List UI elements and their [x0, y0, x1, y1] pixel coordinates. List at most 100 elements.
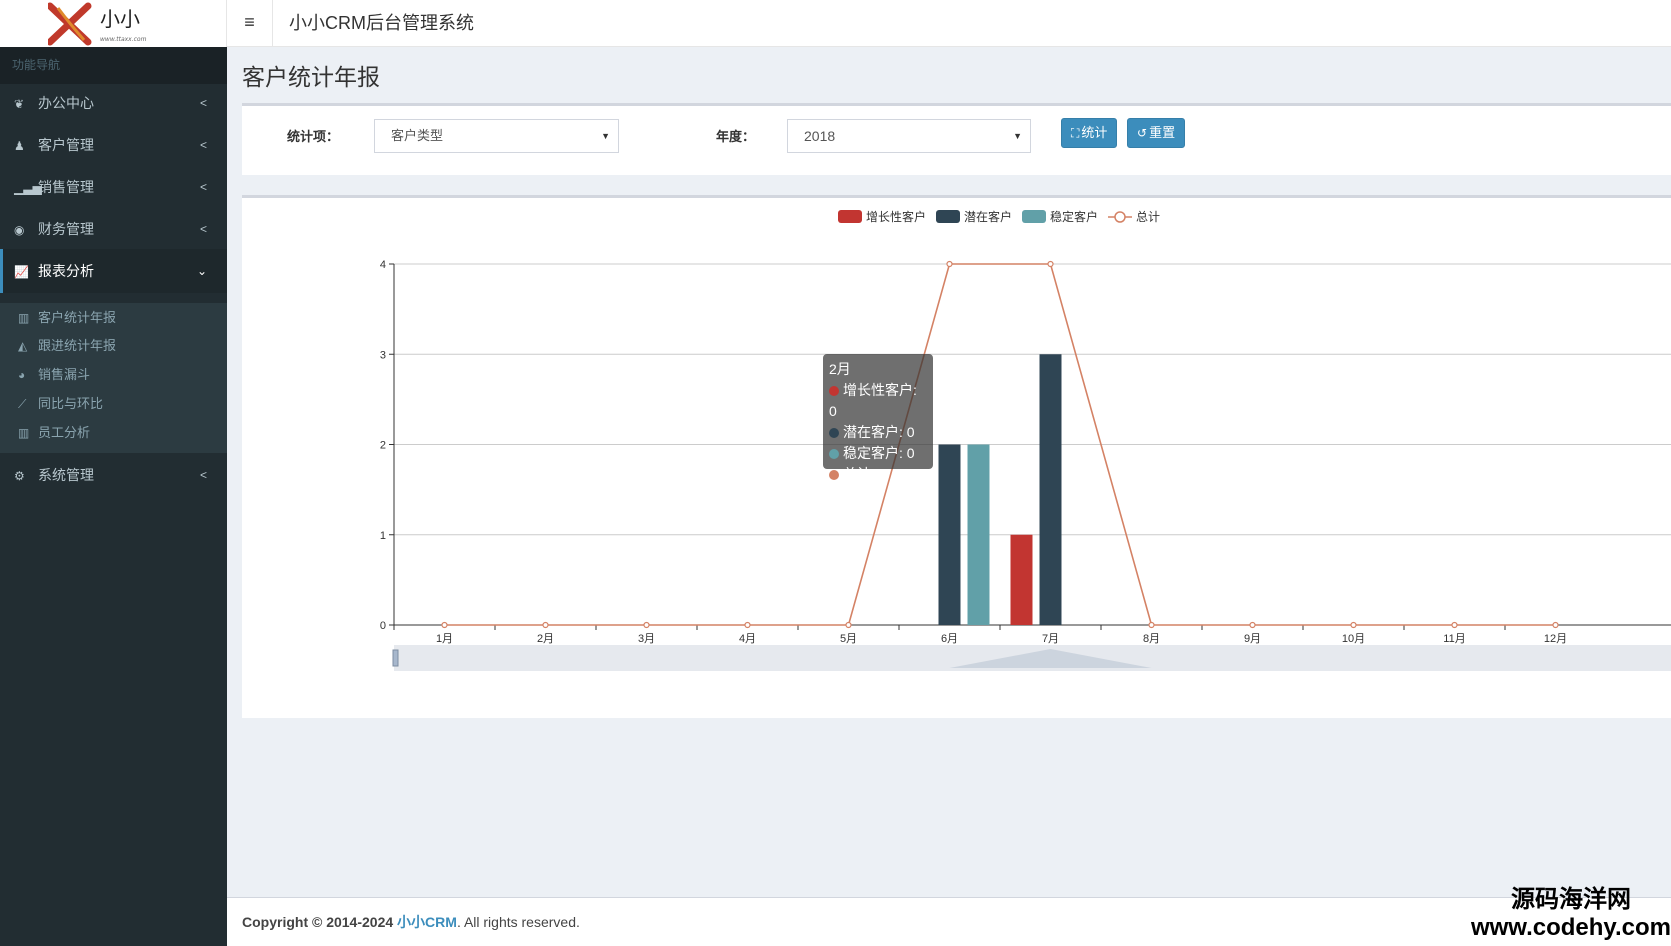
line-chart-icon: 📈: [14, 265, 29, 279]
hamburger-icon: ≡: [244, 12, 255, 32]
caret-down-icon: ▼: [601, 131, 610, 141]
line-point: [946, 260, 953, 268]
zoom-slider-handle: [392, 649, 399, 667]
y-tick-label: 3: [380, 349, 386, 361]
x-tick-label: 1月: [436, 633, 453, 645]
x-tick-label: 7月: [1042, 633, 1059, 645]
signal-icon: ▁▃▅: [14, 181, 42, 195]
logo-icon: 小小 www.ttaxx.com: [48, 2, 147, 46]
sidebar-item-label: 财务管理: [38, 221, 94, 237]
x-tick-label: 6月: [941, 633, 958, 645]
customer-annual-chart: 012341月 2月 3月 4月 5月 6月 7月 8月 9月 10月 11月 12月增长性客户 潜在客…: [380, 209, 1671, 671]
sidebar-item-reports[interactable]: 📈 报表分析 ⌄: [0, 249, 227, 293]
sidebar-item-finance[interactable]: ◉ 财务管理 <: [0, 207, 227, 251]
logo[interactable]: 小小 www.ttaxx.com: [0, 0, 227, 47]
y-tick-label: 4: [380, 259, 386, 271]
legend-swatch-point: [1114, 211, 1126, 223]
legend-swatch: [936, 210, 960, 223]
reset-button-label: 重置: [1149, 125, 1176, 140]
legend-label: 总计: [1136, 210, 1160, 224]
legend-label: 潜在客户: [964, 209, 1012, 224]
watermark-line2: www.codehy.com: [1470, 914, 1671, 941]
tooltip-row-text: 增长性客户: 0: [829, 382, 917, 419]
stat-button-label: 统计: [1081, 125, 1108, 140]
bar: [1039, 354, 1062, 625]
sidebar-item-office[interactable]: ❦ 办公中心 <: [0, 81, 227, 125]
sidebar-item-customers[interactable]: ♟ 客户管理 <: [0, 123, 227, 167]
line-point: [1249, 621, 1256, 629]
year-value: 2018: [804, 128, 836, 144]
user-icon: ♟: [14, 139, 25, 153]
submenu-item-staff-analysis[interactable]: ▥ 员工分析: [0, 418, 227, 448]
bar: [1010, 534, 1033, 625]
reports-submenu: ▥ 客户统计年报 ◭ 跟进统计年报 ◕ 销售漏斗 ⟋ 同比与环比 ▥ 员工分析: [0, 303, 227, 453]
x-tick-label: 5月: [840, 633, 857, 645]
sidebar-toggle-button[interactable]: ≡: [227, 0, 273, 47]
x-tick-label: 8月: [1143, 633, 1160, 645]
legend-dot: [829, 428, 839, 438]
submenu-item-label: 员工分析: [38, 425, 91, 440]
y-tick-label: 1: [380, 530, 386, 542]
line-chart-icon: ⟋: [18, 397, 27, 411]
submenu-item-sales-funnel[interactable]: ◕ 销售漏斗: [0, 360, 227, 390]
system-title: 小小CRM后台管理系统: [289, 13, 474, 33]
tooltip-row: 总计: 0: [829, 464, 927, 485]
svg-text:www.ttaxx.com: www.ttaxx.com: [100, 36, 147, 43]
brand-link[interactable]: 小小CRM: [397, 914, 457, 930]
y-tick-label: 0: [380, 620, 386, 632]
x-tick-label: 12月: [1544, 633, 1567, 645]
legend-swatch: [1022, 210, 1046, 223]
submenu-item-customer-annual[interactable]: ▥ 客户统计年报: [0, 303, 227, 333]
watermark-line1: 源码海洋网: [1510, 886, 1631, 913]
sidebar-item-label: 客户管理: [38, 137, 94, 153]
tooltip-row-text: 潜在客户: 0: [843, 424, 915, 440]
bar: [938, 444, 961, 625]
x-tick-label: 11月: [1443, 633, 1465, 645]
x-tick-label: 2月: [537, 633, 554, 645]
caret-down-icon: ▼: [1013, 131, 1022, 141]
chevron-left-icon: <: [199, 138, 207, 152]
chevron-left-icon: <: [199, 96, 207, 110]
y-tick-label: 2: [380, 440, 386, 452]
tooltip-row: 稳定客户: 0: [829, 443, 927, 464]
stat-button[interactable]: ⛶ 统计: [1061, 118, 1118, 148]
line-point: [1451, 621, 1458, 629]
leaf-icon: ❦: [14, 97, 25, 111]
legend-dot: [829, 449, 839, 459]
bar-chart-icon: ▥: [18, 426, 30, 440]
x-tick-label: 9月: [1244, 633, 1261, 645]
line-point: [441, 621, 448, 629]
page-title: 客户统计年报: [242, 64, 380, 90]
sidebar-item-system[interactable]: ⚙ 系统管理 <: [0, 453, 227, 497]
tooltip-row-text: 稳定客户: 0: [843, 445, 915, 461]
chevron-left-icon: <: [199, 180, 207, 194]
line-point: [1148, 621, 1155, 629]
bar-chart-icon: ▥: [18, 311, 30, 325]
submenu-item-followup-annual[interactable]: ◭ 跟进统计年报: [0, 331, 227, 361]
gear-icon: ⚙: [14, 469, 25, 483]
chart-panel: 0 1 2 3 4 1月 2月 3月 4月 5月 6月 7月 8月 9月 10月 11月 12月 增长性客户 潜在客…: [242, 195, 1671, 718]
reset-button[interactable]: ↺ 重置: [1127, 118, 1186, 148]
line-point: [744, 621, 751, 629]
chevron-left-icon: <: [199, 468, 207, 482]
eye-icon: ◉: [14, 223, 25, 237]
stat-item-select[interactable]: 客户类型 ▼: [374, 119, 619, 153]
year-select[interactable]: 2018 ▼: [787, 119, 1031, 153]
sidebar-item-sales[interactable]: ▁▃▅销售管理 <: [0, 165, 227, 209]
copyright-text: Copyright © 2014-2024: [242, 914, 394, 930]
tooltip-row-text: 总计: 0: [843, 466, 887, 482]
line-point: [1552, 621, 1559, 629]
sidebar-item-label: 销售管理: [38, 179, 94, 195]
submenu-item-yoy-mom[interactable]: ⟋ 同比与环比: [0, 389, 227, 419]
top-header: ≡ 小小CRM后台管理系统: [227, 0, 1671, 47]
area-chart-icon: ◭: [18, 339, 28, 353]
sidebar-item-label: 报表分析: [38, 263, 94, 279]
submenu-item-label: 跟进统计年报: [38, 338, 117, 353]
binoculars-icon: ⛶: [1071, 126, 1080, 140]
bar: [967, 444, 990, 625]
submenu-item-label: 同比与环比: [38, 396, 104, 411]
x-tick-label: 3月: [638, 633, 655, 645]
year-label: 年度：: [716, 129, 756, 144]
line-point: [542, 621, 549, 629]
pie-chart-icon: ◕: [18, 368, 26, 382]
